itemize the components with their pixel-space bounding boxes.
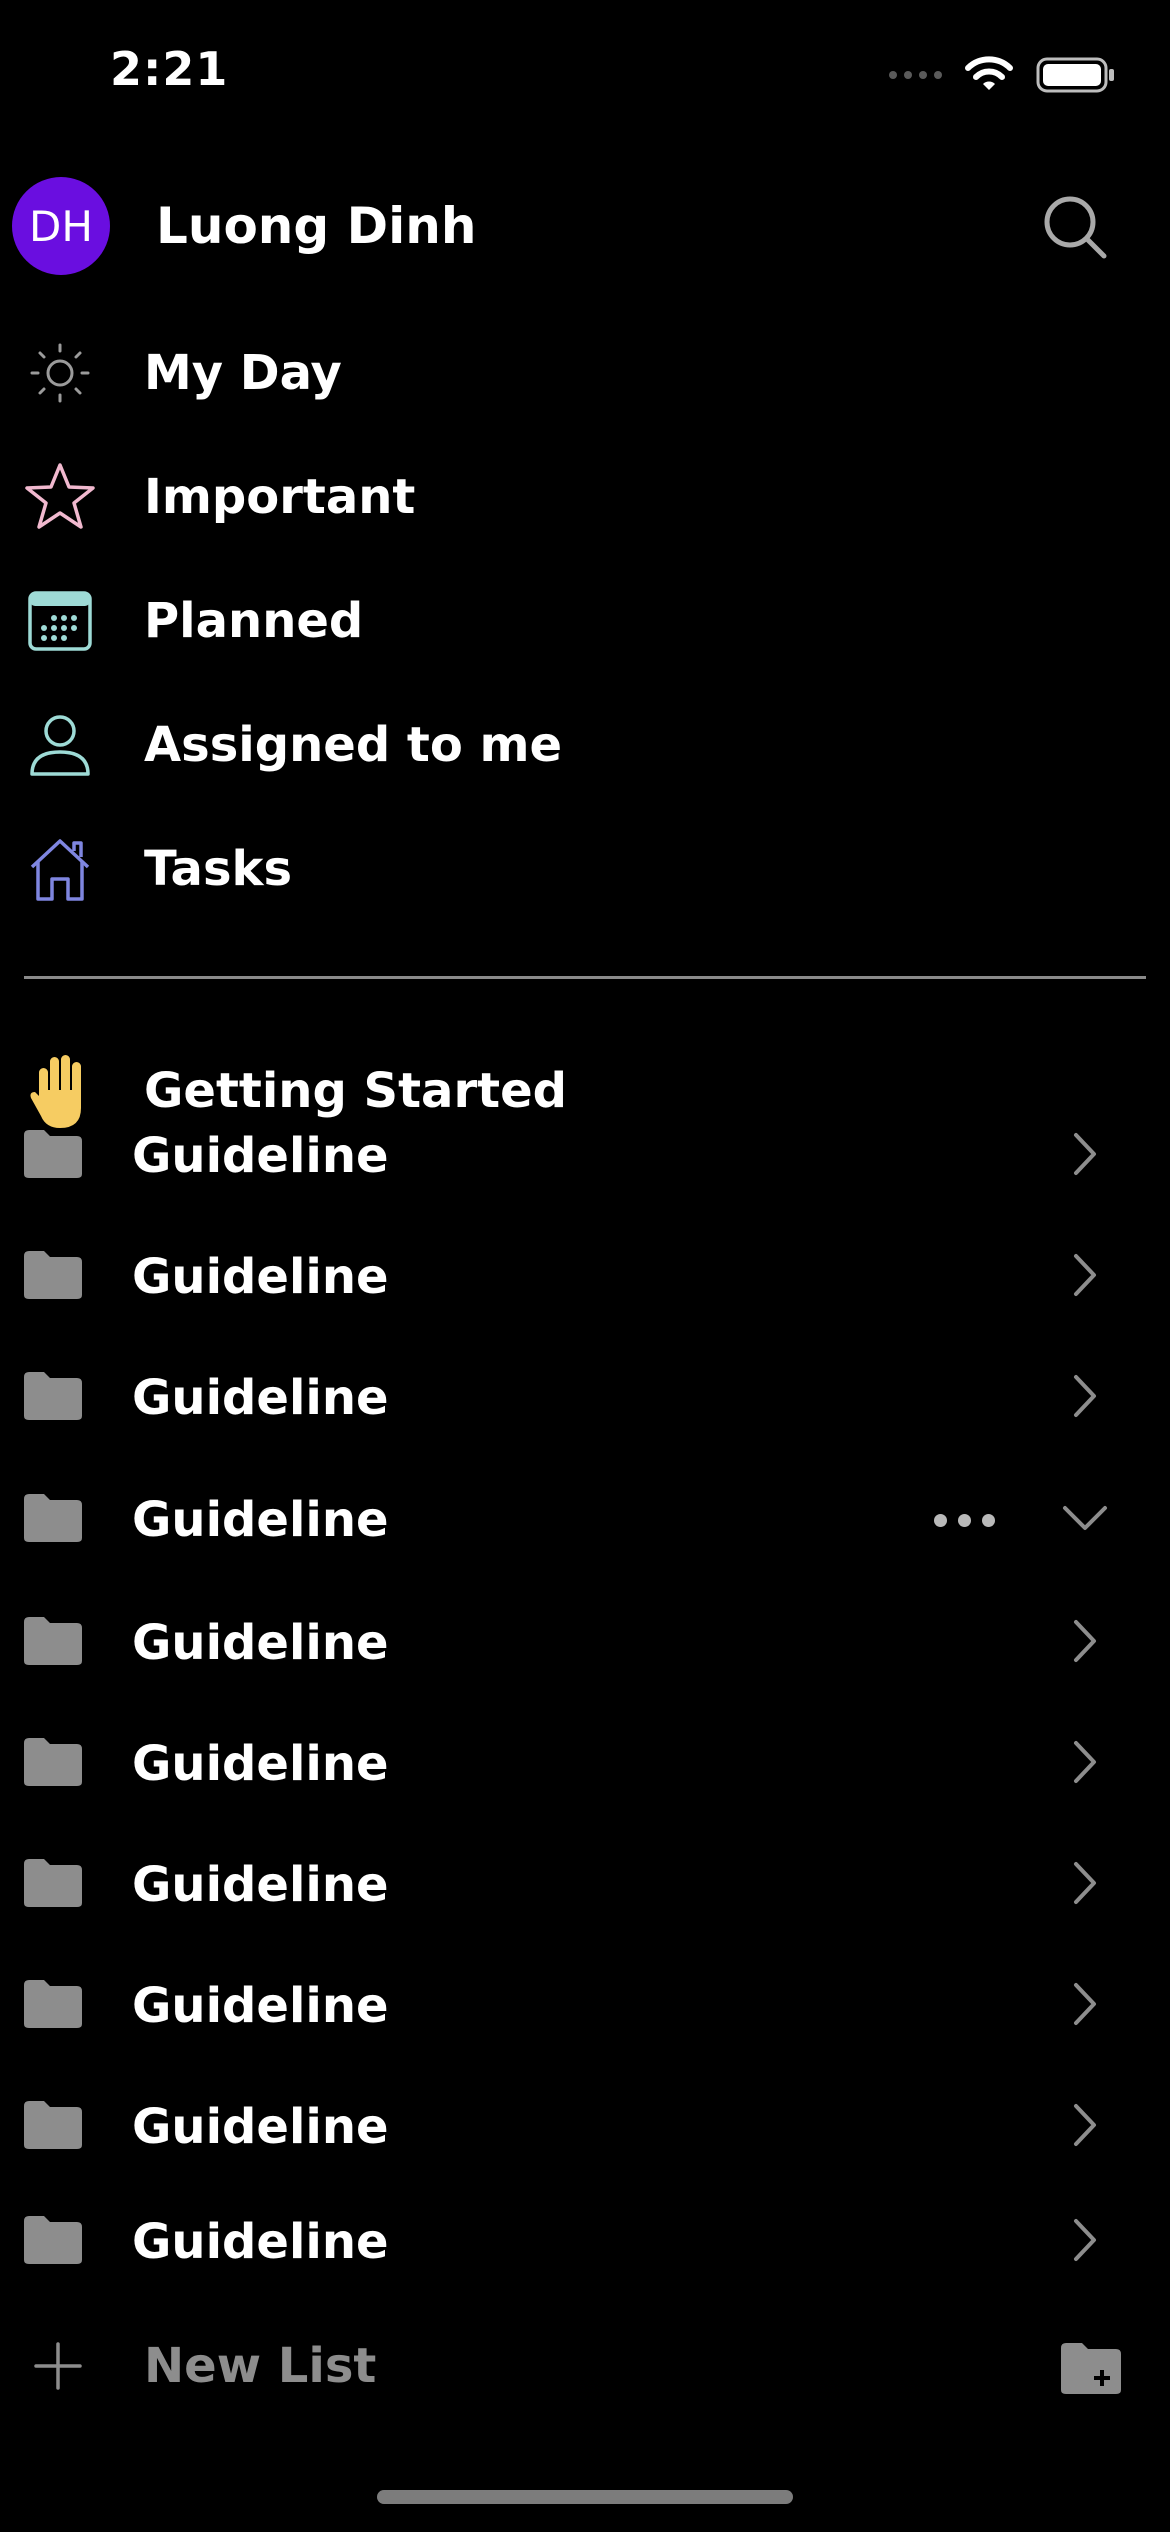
group-row[interactable]: Guideline [0,1584,1170,1702]
chevron-right-icon[interactable] [1064,1979,1104,2033]
chevron-right-icon[interactable] [1064,1250,1104,1304]
folder-icon [22,1615,84,1671]
group-row[interactable]: Guideline [0,1097,1170,1215]
folder-icon [22,1978,84,2034]
avatar[interactable]: DH [12,177,110,275]
home-indicator [377,2490,793,2504]
group-label: Guideline [132,1736,389,1792]
star-icon [0,459,120,535]
search-icon[interactable] [1040,192,1110,262]
group-row[interactable]: Guideline [0,2068,1170,2186]
chevron-right-icon[interactable] [1064,2100,1104,2154]
nav-label: My Day [144,345,342,401]
folder-icon [22,1492,84,1548]
group-row[interactable]: Guideline [0,1461,1170,1579]
sun-icon [0,340,120,406]
status-time: 2:21 [110,42,229,96]
calendar-icon [0,589,120,653]
nav-label: Assigned to me [144,717,563,773]
nav-label: Planned [144,593,364,649]
group-label: Guideline [132,1128,389,1184]
group-label: Guideline [132,1249,389,1305]
chevron-down-icon[interactable] [1061,1498,1109,1542]
new-list-button[interactable]: New List [144,2338,376,2394]
chevron-right-icon[interactable] [1064,1616,1104,1670]
group-label: Guideline [132,2099,389,2155]
group-row[interactable]: Guideline [0,1826,1170,1944]
group-label: Guideline [132,1978,389,2034]
nav-important[interactable]: Important [0,442,1170,552]
signal-dots-icon [889,71,942,79]
group-label: Guideline [132,1492,389,1548]
chevron-right-icon[interactable] [1064,1858,1104,1912]
group-row[interactable]: Guideline [0,1947,1170,2065]
folder-icon [22,1249,84,1305]
nav-my-day[interactable]: My Day [0,318,1170,428]
folder-icon [22,1857,84,1913]
nav-label: Tasks [144,841,293,897]
group-label: Guideline [132,1370,389,1426]
nav-tasks[interactable]: Tasks [0,814,1170,924]
battery-icon [1036,57,1114,93]
plus-icon[interactable] [30,2338,86,2394]
folder-icon [22,2214,84,2270]
divider [24,976,1146,979]
group-row[interactable]: Guideline [0,2183,1170,2301]
home-icon [0,835,120,903]
nav-assigned-to-me[interactable]: Assigned to me [0,690,1170,800]
new-folder-icon[interactable] [1058,2340,1124,2396]
avatar-initials: DH [29,201,93,251]
folder-icon [22,2099,84,2155]
group-label: Guideline [132,1857,389,1913]
group-row[interactable]: Guideline [0,1339,1170,1457]
folder-icon [22,1128,84,1184]
chevron-right-icon[interactable] [1064,2215,1104,2269]
nav-planned[interactable]: Planned [0,566,1170,676]
wifi-icon [965,56,1013,90]
folder-icon [22,1370,84,1426]
status-icons [889,48,1116,102]
group-row[interactable]: Guideline [0,1705,1170,1823]
person-icon [0,712,120,778]
nav-label: Important [144,469,416,525]
folder-icon [22,1736,84,1792]
group-row[interactable]: Guideline [0,1218,1170,1336]
user-name[interactable]: Luong Dinh [156,197,476,255]
chevron-right-icon[interactable] [1064,1737,1104,1791]
more-options-icon[interactable] [934,1513,995,1527]
chevron-right-icon[interactable] [1064,1371,1104,1425]
chevron-right-icon[interactable] [1064,1129,1104,1183]
group-label: Guideline [132,2214,389,2270]
group-label: Guideline [132,1615,389,1671]
